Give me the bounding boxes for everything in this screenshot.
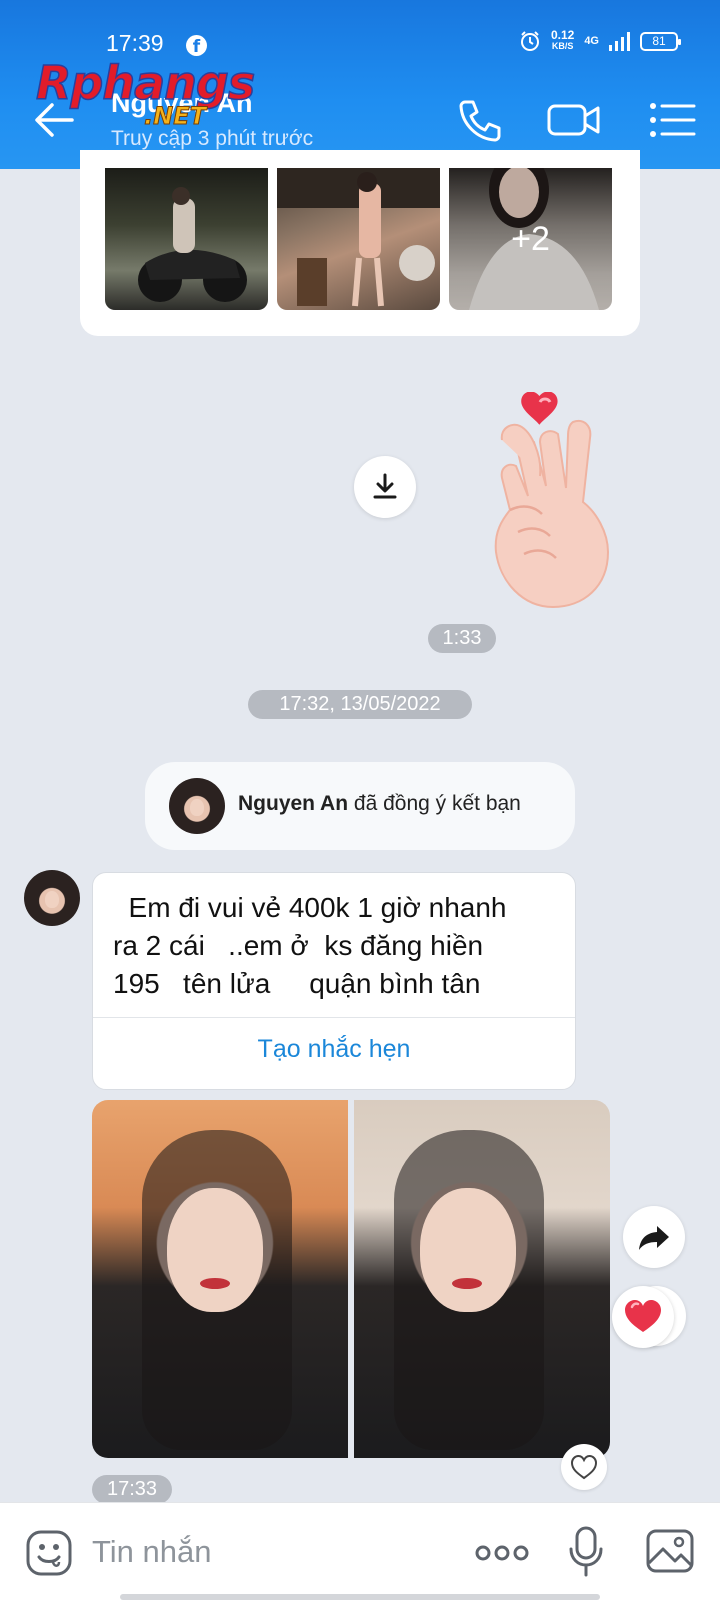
- status-time: 17:39: [106, 30, 164, 56]
- microphone-icon[interactable]: [566, 1525, 606, 1579]
- date-separator: 17:32, 13/05/2022: [248, 690, 472, 719]
- signal-icon: [609, 31, 630, 51]
- reaction-bubble: [612, 1286, 674, 1348]
- album-photo-2[interactable]: [277, 168, 440, 310]
- network-type: 4G: [584, 35, 599, 47]
- phone-icon[interactable]: [455, 96, 505, 144]
- photo-cafe: [277, 168, 440, 307]
- message-input-bar: [0, 1502, 720, 1600]
- sender-avatar[interactable]: [24, 870, 80, 926]
- network-speed-unit: KB/S: [551, 41, 574, 51]
- notice-text: Nguyen An đã đồng ý kết bạn: [238, 792, 521, 816]
- sticker-time: 1:33: [428, 624, 496, 653]
- heart-outline-icon: [570, 1454, 598, 1480]
- more-photos-count: +2: [449, 168, 612, 310]
- watermark-logo: Rphangs .NET: [35, 55, 256, 136]
- photo-right-lips: [452, 1278, 482, 1289]
- emoji-icon[interactable]: [25, 1529, 73, 1577]
- gallery-icon[interactable]: [645, 1527, 695, 1575]
- notice-contact-name: Nguyen An: [238, 792, 349, 815]
- photo-left-face: [167, 1188, 263, 1312]
- watermark-sub: .NET: [144, 102, 207, 131]
- create-reminder-link[interactable]: Tạo nhắc hẹn: [93, 1035, 575, 1064]
- message-text: Em đi vui vẻ 400k 1 giờ nhanh ra 2 cái .…: [113, 892, 507, 999]
- reaction-button[interactable]: [612, 1284, 686, 1350]
- download-icon: [373, 473, 397, 499]
- photo-left[interactable]: [92, 1100, 348, 1458]
- photo-left-lips: [200, 1278, 230, 1289]
- friend-accepted-notice: Nguyen An đã đồng ý kết bạn: [145, 762, 575, 850]
- album-photo-3[interactable]: +2: [449, 168, 612, 310]
- album-photo-1[interactable]: [105, 168, 268, 310]
- photo-time: 17:33: [92, 1475, 172, 1504]
- like-button[interactable]: [561, 1444, 607, 1490]
- notice-message: đã đồng ý kết bạn: [348, 792, 521, 815]
- network-speed-value: 0.12: [550, 28, 575, 42]
- share-button[interactable]: [623, 1206, 685, 1268]
- photo-message: [92, 1100, 610, 1458]
- avatar[interactable]: [169, 778, 225, 834]
- network-speed: 0.12 KB/S: [550, 28, 575, 52]
- message-bubble[interactable]: Em đi vui vẻ 400k 1 giờ nhanh ra 2 cái .…: [92, 872, 576, 1090]
- gesture-bar: [120, 1594, 600, 1600]
- alarm-icon: [520, 31, 539, 51]
- battery-icon: 81: [640, 31, 681, 51]
- video-call-icon[interactable]: [546, 96, 602, 144]
- photo-motorbike: [138, 187, 247, 302]
- finger-heart-sticker[interactable]: [488, 392, 628, 622]
- photo-right-face: [420, 1188, 516, 1312]
- red-heart-icon: [625, 1300, 661, 1332]
- battery-level: 81: [652, 33, 666, 48]
- album-card: +2: [80, 150, 640, 336]
- share-arrow-icon: [639, 1226, 669, 1250]
- menu-list-icon[interactable]: [648, 96, 698, 144]
- facebook-icon: f: [186, 35, 207, 57]
- more-options-icon[interactable]: [474, 1539, 530, 1567]
- status-indicators: 0.12 KB/S 4G 81: [519, 28, 681, 52]
- download-button[interactable]: [354, 456, 416, 518]
- message-input[interactable]: [92, 1529, 452, 1575]
- photo-right[interactable]: [354, 1100, 610, 1458]
- chat-header: 17:39 f 0.12 KB/S 4G 81 Nguyen An Truy c…: [0, 0, 720, 169]
- bubble-divider: [93, 1017, 575, 1018]
